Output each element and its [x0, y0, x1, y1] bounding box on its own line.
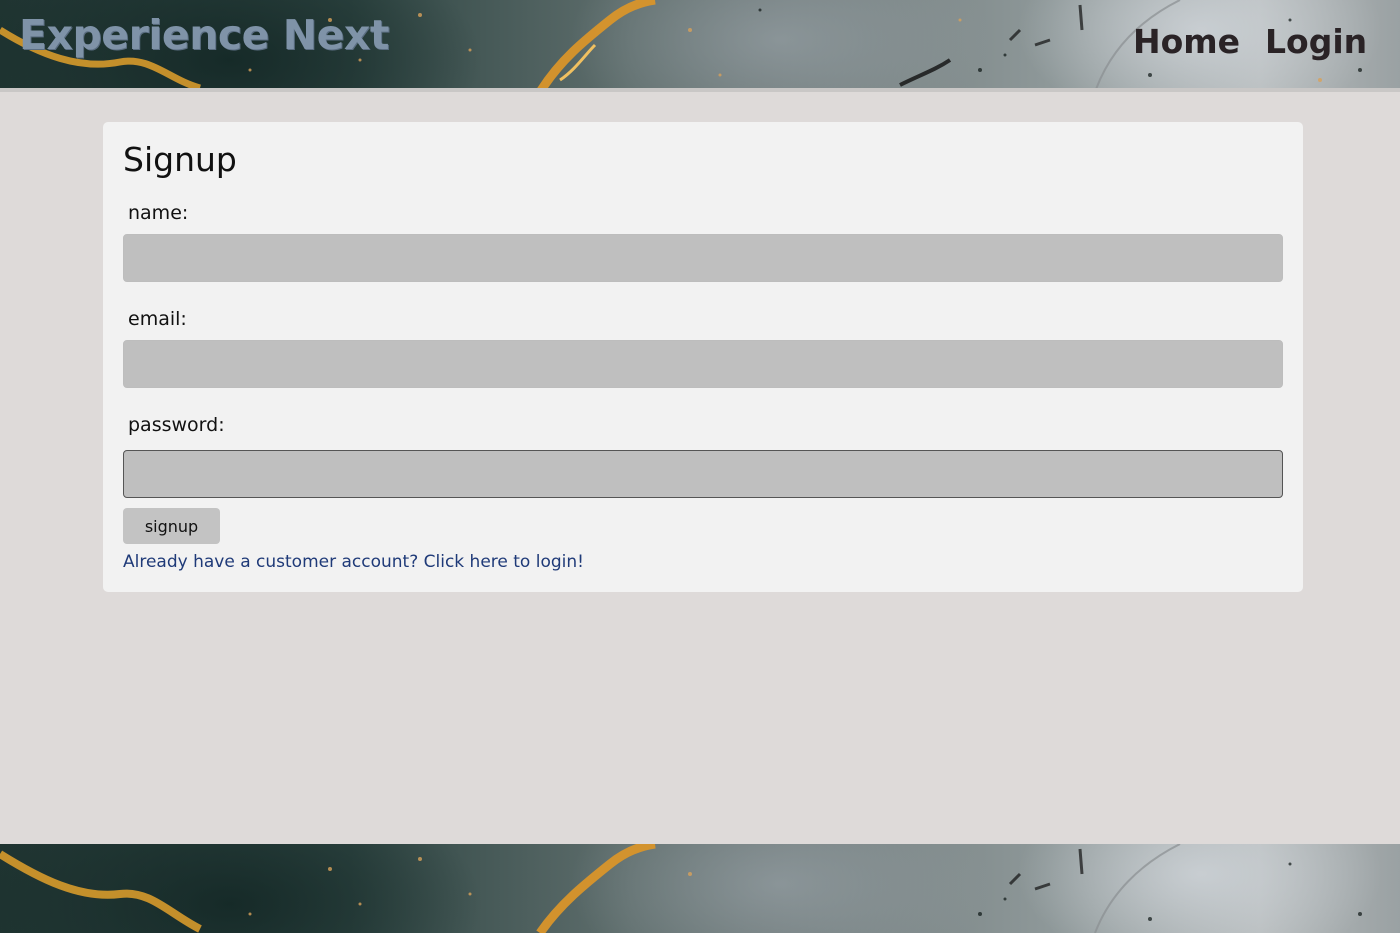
name-field[interactable]	[123, 234, 1283, 282]
footer-banner	[0, 844, 1400, 933]
nav-home-link[interactable]: Home	[1133, 22, 1240, 61]
signup-button[interactable]: signup	[123, 508, 220, 544]
email-label: email:	[128, 308, 187, 330]
signup-card: Signup name: email: password: signup Alr…	[103, 122, 1303, 592]
password-label: password:	[128, 414, 225, 436]
nav-login-link[interactable]: Login	[1265, 22, 1367, 61]
footer-background-art	[0, 844, 1362, 933]
page-title: Signup	[123, 140, 237, 179]
login-link[interactable]: Already have a customer account? Click h…	[123, 552, 584, 572]
password-field[interactable]	[123, 450, 1283, 498]
email-field[interactable]	[123, 340, 1283, 388]
header-banner: Experience Next Home Login	[0, 0, 1400, 92]
brand-title[interactable]: Experience Next	[19, 11, 389, 59]
name-label: name:	[128, 202, 189, 224]
